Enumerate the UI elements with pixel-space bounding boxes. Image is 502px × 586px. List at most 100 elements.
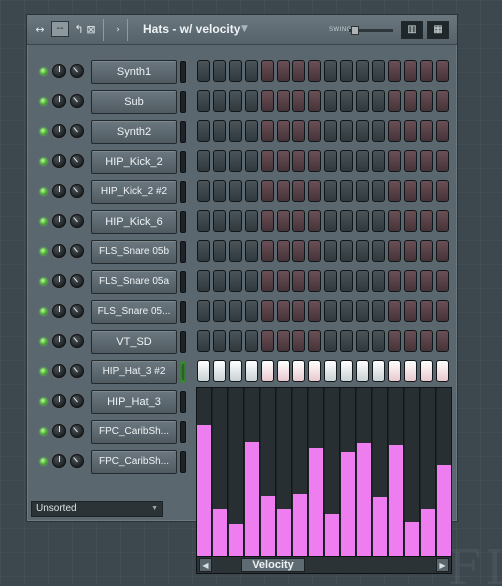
step-button[interactable] (228, 240, 242, 262)
step-button[interactable] (308, 150, 322, 172)
velocity-column[interactable] (373, 388, 388, 556)
step-button[interactable] (419, 270, 433, 292)
pan-knob[interactable] (52, 64, 66, 78)
velocity-column[interactable] (197, 388, 212, 556)
step-button[interactable] (387, 270, 401, 292)
mute-led-icon[interactable] (40, 68, 47, 75)
mute-led-icon[interactable] (40, 248, 47, 255)
step-button[interactable] (340, 60, 354, 82)
step-button[interactable] (260, 120, 274, 142)
velocity-bar[interactable] (405, 522, 419, 556)
step-button[interactable] (387, 300, 401, 322)
channel-select-indicator[interactable] (180, 421, 186, 443)
step-button[interactable] (292, 360, 306, 382)
channel-select-indicator[interactable] (180, 451, 186, 473)
step-button[interactable] (419, 150, 433, 172)
step-button[interactable] (356, 270, 369, 292)
channel-select-indicator[interactable] (180, 271, 186, 293)
step-button[interactable] (276, 90, 290, 112)
step-button[interactable] (324, 150, 338, 172)
step-button[interactable] (260, 180, 274, 202)
channel-button[interactable]: HIP_Hat_3 #2 (91, 360, 177, 384)
step-button[interactable] (260, 60, 274, 82)
step-button[interactable] (371, 330, 385, 352)
chevron-down-icon[interactable]: ▼ (241, 24, 248, 34)
step-button[interactable] (308, 240, 322, 262)
bars-view-icon[interactable]: ▥ (401, 21, 423, 39)
titlebar[interactable]: ↔ -- ↰ ⊠ › Hats - w/ velocity ▼ SWING ▥ … (27, 15, 457, 45)
step-button[interactable] (244, 150, 258, 172)
velocity-column[interactable] (389, 388, 404, 556)
step-button[interactable] (356, 150, 369, 172)
step-button[interactable] (212, 210, 226, 232)
step-button[interactable] (260, 240, 274, 262)
step-button[interactable] (292, 210, 306, 232)
step-button[interactable] (324, 180, 338, 202)
step-button[interactable] (340, 120, 354, 142)
step-button[interactable] (371, 210, 385, 232)
step-button[interactable] (212, 240, 226, 262)
step-button[interactable] (276, 150, 290, 172)
channel-button[interactable]: FLS_Snare 05a (91, 270, 177, 294)
velocity-column[interactable] (309, 388, 324, 556)
step-button[interactable] (244, 360, 258, 382)
step-button[interactable] (324, 210, 338, 232)
pan-knob[interactable] (52, 394, 66, 408)
step-button[interactable] (403, 240, 417, 262)
step-button[interactable] (197, 150, 210, 172)
step-button[interactable] (387, 180, 401, 202)
step-button[interactable] (308, 90, 322, 112)
step-button[interactable] (387, 330, 401, 352)
step-button[interactable] (356, 240, 369, 262)
step-button[interactable] (276, 60, 290, 82)
volume-knob[interactable] (70, 274, 84, 288)
channel-button[interactable]: FPC_CaribSh... (91, 420, 177, 444)
step-button[interactable] (356, 210, 369, 232)
step-button[interactable] (228, 270, 242, 292)
step-button[interactable] (419, 300, 433, 322)
pan-knob[interactable] (52, 244, 66, 258)
step-button[interactable] (403, 360, 417, 382)
step-button[interactable] (435, 60, 449, 82)
step-button[interactable] (419, 210, 433, 232)
velocity-column[interactable] (245, 388, 260, 556)
step-button[interactable] (356, 300, 369, 322)
step-button[interactable] (228, 300, 242, 322)
channel-select-indicator[interactable] (180, 91, 186, 113)
step-button[interactable] (276, 270, 290, 292)
velocity-column[interactable] (341, 388, 356, 556)
channel-button[interactable]: FLS_Snare 05b (91, 240, 177, 264)
step-button[interactable] (260, 270, 274, 292)
step-button[interactable] (228, 180, 242, 202)
pan-knob[interactable] (52, 94, 66, 108)
step-button[interactable] (403, 330, 417, 352)
step-button[interactable] (371, 270, 385, 292)
step-button[interactable] (292, 120, 306, 142)
velocity-column[interactable] (261, 388, 276, 556)
step-button[interactable] (387, 210, 401, 232)
channel-select-indicator[interactable] (180, 301, 186, 323)
step-button[interactable] (197, 360, 210, 382)
pan-knob[interactable] (52, 334, 66, 348)
step-button[interactable] (260, 90, 274, 112)
step-button[interactable] (340, 210, 354, 232)
step-button[interactable] (403, 270, 417, 292)
step-button[interactable] (292, 180, 306, 202)
swing-slider-handle[interactable] (351, 26, 359, 35)
step-button[interactable] (371, 360, 385, 382)
step-button[interactable] (292, 330, 306, 352)
step-button[interactable] (292, 300, 306, 322)
step-button[interactable] (403, 180, 417, 202)
volume-knob[interactable] (70, 424, 84, 438)
volume-knob[interactable] (70, 304, 84, 318)
step-button[interactable] (197, 330, 210, 352)
velocity-column[interactable] (325, 388, 340, 556)
velocity-bar[interactable] (277, 508, 291, 556)
volume-knob[interactable] (70, 394, 84, 408)
step-button[interactable] (435, 120, 449, 142)
mute-led-icon[interactable] (40, 308, 47, 315)
step-button[interactable] (403, 300, 417, 322)
step-button[interactable] (340, 150, 354, 172)
channel-button[interactable]: HIP_Kick_2 #2 (91, 180, 177, 204)
step-button[interactable] (212, 90, 226, 112)
